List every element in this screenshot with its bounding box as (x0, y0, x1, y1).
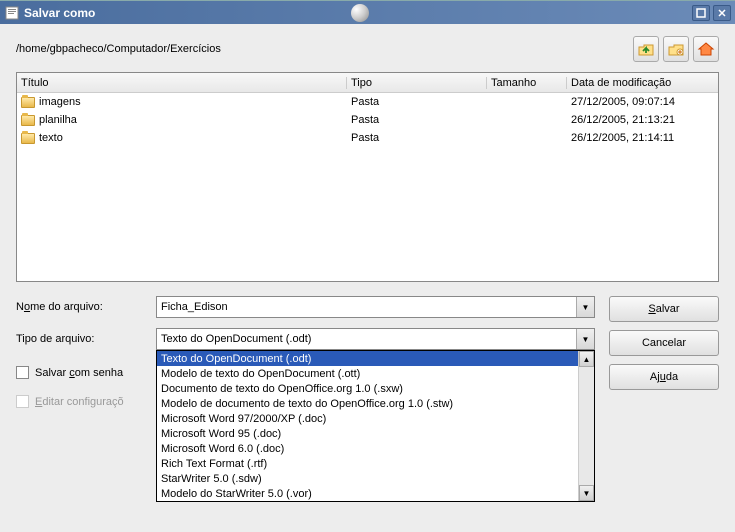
app-icon (4, 5, 20, 21)
dialog-body: /home/gbpacheco/Computador/Exercícios Tí… (0, 24, 735, 532)
cancel-button[interactable]: Cancelar (609, 330, 719, 356)
home-button[interactable] (693, 36, 719, 62)
file-row[interactable]: planilha Pasta 26/12/2005, 21:13:21 (17, 111, 718, 129)
close-button[interactable] (713, 5, 731, 21)
file-name: imagens (39, 96, 81, 108)
window-title: Salvar como (24, 6, 347, 20)
folder-icon (21, 133, 35, 144)
file-date: 26/12/2005, 21:14:11 (567, 132, 718, 144)
file-date: 26/12/2005, 21:13:21 (567, 114, 718, 126)
password-checkbox[interactable] (16, 366, 29, 379)
new-folder-button[interactable] (663, 36, 689, 62)
filetype-value: Texto do OpenDocument (.odt) (161, 333, 311, 345)
column-titulo[interactable]: Título (17, 77, 347, 89)
file-type: Pasta (347, 132, 487, 144)
dropdown-option[interactable]: Modelo de texto do OpenDocument (.ott) (157, 366, 578, 381)
file-name: planilha (39, 114, 77, 126)
chevron-down-icon[interactable]: ▼ (576, 297, 594, 317)
dropdown-scrollbar[interactable]: ▲ ▼ (578, 351, 594, 501)
save-button[interactable]: Salvar (609, 296, 719, 322)
dropdown-option[interactable]: Microsoft Word 6.0 (.doc) (157, 441, 578, 456)
filetype-dropdown[interactable]: Texto do OpenDocument (.odt)Modelo de te… (156, 350, 595, 502)
dropdown-option[interactable]: StarWriter 5.0 (.sdw) (157, 471, 578, 486)
current-path: /home/gbpacheco/Computador/Exercícios (16, 43, 221, 55)
dropdown-option[interactable]: Texto do OpenDocument (.odt) (157, 351, 578, 366)
app-logo (351, 4, 369, 22)
column-headers: Título Tipo Tamanho Data de modificação (17, 73, 718, 93)
dropdown-option[interactable]: Modelo de documento de texto do OpenOffi… (157, 396, 578, 411)
file-type: Pasta (347, 96, 487, 108)
folder-icon (21, 97, 35, 108)
file-name: texto (39, 132, 63, 144)
dropdown-option[interactable]: Documento de texto do OpenOffice.org 1.0… (157, 381, 578, 396)
chevron-down-icon[interactable]: ▼ (576, 329, 594, 349)
window-controls (692, 5, 731, 21)
titlebar: Salvar como (0, 0, 735, 24)
file-row[interactable]: imagens Pasta 27/12/2005, 09:07:14 (17, 93, 718, 111)
edit-settings-checkbox (16, 395, 29, 408)
scroll-up-icon[interactable]: ▲ (579, 351, 594, 367)
column-tamanho[interactable]: Tamanho (487, 77, 567, 89)
file-row[interactable]: texto Pasta 26/12/2005, 21:14:11 (17, 129, 718, 147)
dropdown-option[interactable]: Microsoft Word 95 (.doc) (157, 426, 578, 441)
file-list[interactable]: Título Tipo Tamanho Data de modificação … (16, 72, 719, 282)
help-button[interactable]: Ajuda (609, 364, 719, 390)
scroll-down-icon[interactable]: ▼ (579, 485, 594, 501)
folder-icon (21, 115, 35, 126)
filetype-combo[interactable]: Texto do OpenDocument (.odt) ▼ (156, 328, 595, 350)
dropdown-option[interactable]: Rich Text Format (.rtf) (157, 456, 578, 471)
file-date: 27/12/2005, 09:07:14 (567, 96, 718, 108)
column-data[interactable]: Data de modificação (567, 77, 718, 89)
dropdown-option[interactable]: Modelo do StarWriter 5.0 (.vor) (157, 486, 578, 501)
filetype-label: Tipo de arquivo: (16, 333, 156, 345)
column-tipo[interactable]: Tipo (347, 77, 487, 89)
filename-input[interactable] (161, 301, 590, 313)
up-directory-button[interactable] (633, 36, 659, 62)
dropdown-option[interactable]: Microsoft Word 97/2000/XP (.doc) (157, 411, 578, 426)
filename-label: Nome do arquivo: (16, 301, 156, 313)
file-type: Pasta (347, 114, 487, 126)
filename-combo[interactable]: ▼ (156, 296, 595, 318)
maximize-button[interactable] (692, 5, 710, 21)
